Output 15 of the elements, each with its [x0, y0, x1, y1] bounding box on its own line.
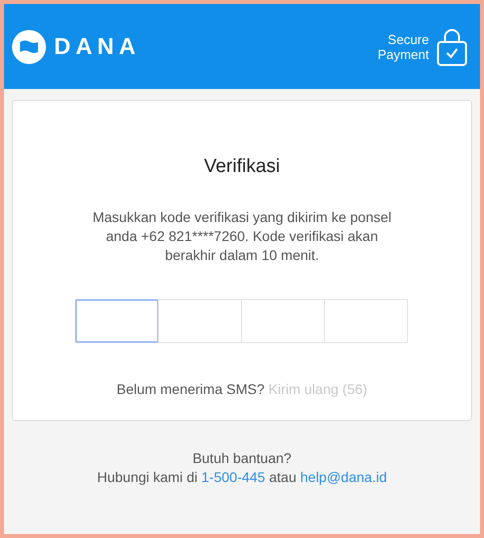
- code-digit-field[interactable]: [241, 299, 325, 343]
- help-title: Butuh bantuan?: [192, 449, 292, 468]
- instruction-text: Masukkan kode verifikasi yang dikirim ke ponsel anda +62 821****7260. Kode verifikasi akan berakhir dalam 10 menit.: [92, 208, 392, 265]
- logo-icon: [12, 30, 46, 64]
- email-link[interactable]: help@dana.id: [300, 469, 387, 485]
- code-digit-field[interactable]: [75, 299, 159, 343]
- secure-payment-label: Secure Payment: [378, 32, 429, 62]
- card-title: Verifikasi: [204, 156, 280, 178]
- code-digit-field[interactable]: [324, 299, 408, 343]
- resend-prompt: Belum menerima SMS?: [116, 381, 264, 397]
- phone-link[interactable]: 1-500-445: [201, 469, 266, 485]
- code-digit-field[interactable]: [158, 299, 242, 343]
- lock-check-icon: [436, 28, 468, 66]
- contact-text: Hubungi kami di 1-500-445 atau help@dana.id: [96, 468, 388, 487]
- logo-text: DANA: [54, 33, 140, 60]
